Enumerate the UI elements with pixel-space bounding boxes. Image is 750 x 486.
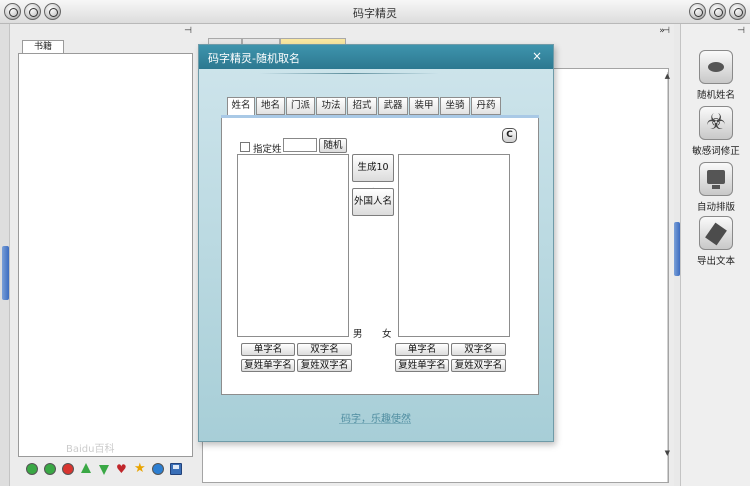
tab-weapon[interactable]: 武器	[378, 97, 408, 115]
tab-sect[interactable]: 门派	[286, 97, 315, 115]
random-name-tool[interactable]: 随机姓名	[681, 50, 750, 101]
slogan-underline	[339, 423, 411, 424]
title-bar: 码字精灵	[0, 0, 750, 24]
foreign-name-button[interactable]: 外国人名	[352, 188, 394, 216]
female-double-name-button[interactable]: 双字名	[451, 343, 506, 356]
export-text-tool[interactable]: 导出文本	[681, 216, 750, 267]
tab-books[interactable]: 书籍	[22, 40, 64, 54]
tool-label: 随机姓名	[696, 90, 735, 101]
tab-mount[interactable]: 坐骑	[440, 97, 470, 115]
star-icon[interactable]: ★	[134, 462, 146, 475]
add-icon[interactable]	[152, 463, 164, 475]
panel-top-border	[221, 115, 539, 118]
left-splitter-handle[interactable]	[2, 246, 9, 300]
maximize-button[interactable]	[709, 3, 726, 20]
monitor-icon	[699, 162, 733, 196]
close-button[interactable]	[729, 3, 746, 20]
specify-surname-label: 指定姓	[253, 144, 282, 155]
female-label: 女	[382, 329, 392, 340]
female-compound-double-button[interactable]: 复姓双字名	[451, 359, 506, 372]
female-name-list[interactable]	[398, 154, 510, 337]
book-toolbar: ♥ ★	[18, 458, 193, 480]
surname-input[interactable]	[283, 138, 317, 152]
remove-icon[interactable]	[62, 463, 74, 475]
male-compound-double-button[interactable]: 复姓双字名	[297, 359, 352, 372]
tab-move[interactable]: 招式	[347, 97, 377, 115]
pin-icon[interactable]: ⊣	[735, 26, 747, 37]
female-single-name-button[interactable]: 单字名	[395, 343, 449, 356]
close-icon[interactable]: ×	[531, 49, 543, 63]
scroll-down-icon[interactable]: ▼	[665, 449, 670, 457]
minimize-button[interactable]	[689, 3, 706, 20]
tab-armor[interactable]: 装甲	[409, 97, 439, 115]
export-icon	[699, 216, 733, 250]
check-icon[interactable]	[44, 463, 56, 475]
editor-scrollbar[interactable]	[667, 72, 668, 482]
divider	[259, 73, 439, 74]
dialog-title: 码字精灵-随机取名	[208, 52, 300, 65]
male-double-name-button[interactable]: 双字名	[297, 343, 352, 356]
biohazard-icon	[699, 106, 733, 140]
clear-button[interactable]: C	[502, 128, 517, 143]
specify-surname-checkbox[interactable]	[240, 142, 250, 152]
window-controls-right	[689, 3, 746, 20]
generate-ten-button[interactable]: 生成10个	[352, 154, 394, 199]
sensitive-word-tool[interactable]: 敏感词修正	[681, 106, 750, 157]
pin-icon[interactable]: ⊣	[660, 26, 672, 37]
refresh-icon[interactable]	[26, 463, 38, 475]
male-compound-single-button[interactable]: 复姓单字名	[241, 359, 295, 372]
random-button[interactable]: 随机	[319, 138, 347, 153]
favorite-icon[interactable]: ♥	[116, 463, 128, 475]
tab-skill[interactable]: 功法	[316, 97, 346, 115]
tool-label: 导出文本	[696, 256, 735, 267]
female-compound-single-button[interactable]: 复姓单字名	[395, 359, 449, 372]
random-name-dialog: 码字精灵-随机取名 × 姓名 地名 门派 功法 招式 武器 装甲 坐骑 丹药 指…	[198, 44, 554, 442]
male-label: 男	[353, 329, 363, 340]
window-title: 码字精灵	[353, 7, 397, 20]
save-icon[interactable]	[170, 463, 182, 475]
scroll-up-icon[interactable]: ▲	[665, 72, 670, 80]
eye-icon	[699, 50, 733, 84]
left-splitter-strip	[0, 24, 10, 486]
book-list[interactable]	[18, 53, 193, 457]
auto-layout-tool[interactable]: 自动排版	[681, 162, 750, 213]
tool-label: 自动排版	[696, 202, 735, 213]
tab-pill[interactable]: 丹药	[471, 97, 501, 115]
move-up-icon[interactable]	[80, 463, 92, 475]
watermark: Baidu百科	[66, 444, 115, 455]
male-name-list[interactable]	[237, 154, 349, 337]
move-down-icon[interactable]	[98, 463, 110, 475]
pin-icon[interactable]: ⊣	[182, 26, 194, 37]
male-single-name-button[interactable]: 单字名	[241, 343, 295, 356]
tab-place-name[interactable]: 地名	[256, 97, 285, 115]
tab-surname[interactable]: 姓名	[227, 97, 255, 116]
surname-tab-panel: 指定姓 随机 C 生成10个 外国人名 男 女 单字名 双字名 复姓单字名 复姓…	[221, 115, 539, 395]
book-panel: ⊣ 书籍 ♥ ★	[10, 24, 198, 486]
tools-panel: ⊣ 随机姓名 敏感词修正 自动排版 导出文本	[680, 24, 750, 486]
dialog-title-bar[interactable]: 码字精灵-随机取名 ×	[199, 45, 553, 69]
tool-label: 敏感词修正	[692, 146, 740, 157]
